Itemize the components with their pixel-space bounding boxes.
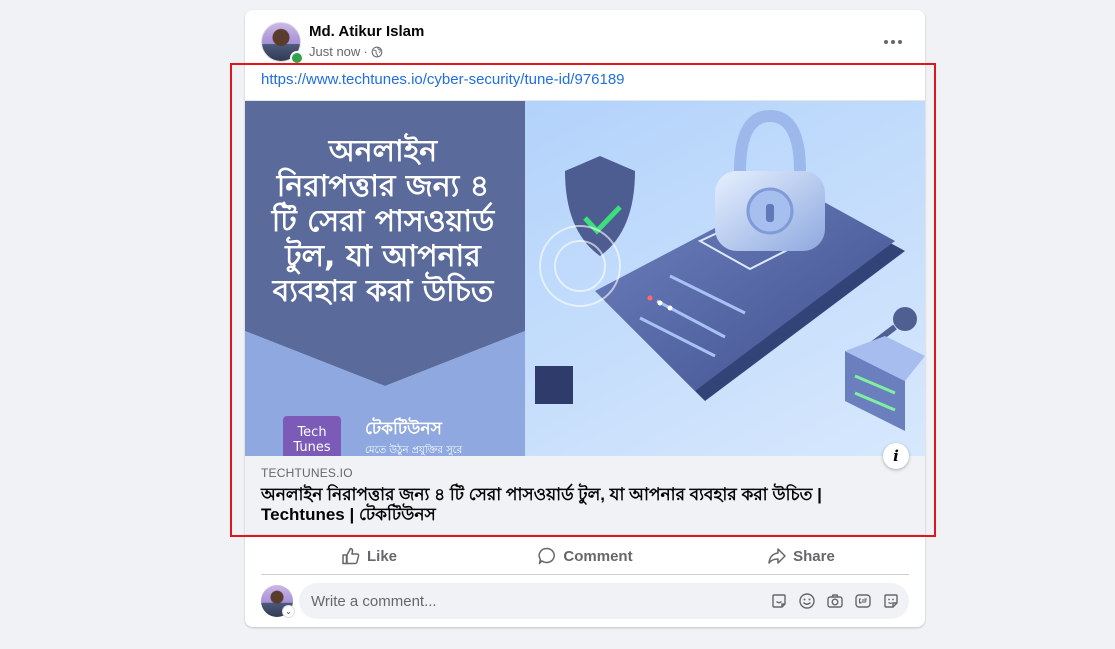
brand-logo-line-2: Tunes xyxy=(292,440,330,455)
preview-domain: TECHTUNES.IO xyxy=(261,466,353,480)
link-preview-card[interactable]: অনলাইন নিরাপত্তার জন্য ৪ টি সেরা পাসওয়া… xyxy=(245,100,925,535)
preview-title[interactable]: অনলাইন নিরাপত্তার জন্য ৪ টি সেরা পাসওয়া… xyxy=(261,485,881,525)
like-button[interactable]: Like xyxy=(261,538,477,574)
preview-image[interactable]: অনলাইন নিরাপত্তার জন্য ৪ টি সেরা পাসওয়া… xyxy=(245,101,925,456)
gif-icon[interactable] xyxy=(853,591,873,611)
info-button[interactable]: i xyxy=(883,443,909,469)
post-header: Md. Atikur Islam Just now · xyxy=(261,22,909,65)
image-heading-line-1: অনলাইন xyxy=(328,133,439,169)
more-dot xyxy=(891,40,895,44)
post-link[interactable]: https://www.techtunes.io/cyber-security/… xyxy=(261,71,625,88)
share-icon xyxy=(768,548,786,564)
camera-icon[interactable] xyxy=(825,591,845,611)
more-dot xyxy=(898,40,902,44)
post-card: Md. Atikur Islam Just now · https://www.… xyxy=(245,10,925,627)
share-label: Share xyxy=(793,547,835,565)
brand-tagline-bn: মেতে উঠুন প্রযুক্তির সুরে xyxy=(365,443,463,456)
comment-icon xyxy=(538,547,556,565)
chevron-down-icon[interactable]: ⌄ xyxy=(282,605,295,618)
comment-tools xyxy=(769,591,901,611)
image-heading-line-2: নিরাপত্তার জন্য ৪ xyxy=(276,167,490,204)
comment-label: Comment xyxy=(563,547,633,565)
author-name[interactable]: Md. Atikur Islam xyxy=(309,23,424,40)
sticker-icon[interactable] xyxy=(769,591,789,611)
more-horizontal-icon xyxy=(884,40,888,44)
comment-button[interactable]: Comment xyxy=(477,538,693,574)
avatar-sticker-icon[interactable] xyxy=(881,591,901,611)
thumbs-up-icon xyxy=(342,547,360,565)
meta-separator: · xyxy=(363,44,368,59)
globe-icon[interactable] xyxy=(371,46,383,58)
image-heading-line-5: ব্যবহার করা উচিত xyxy=(272,271,495,309)
image-heading-line-4: টুল, যা আপনার xyxy=(284,236,482,275)
brand-name-bn: টেকটিউনস xyxy=(365,417,443,439)
share-button[interactable]: Share xyxy=(693,538,909,574)
image-heading-line-3: টি সেরা পাসওয়ার্ড xyxy=(271,201,495,239)
brand-logo-line-1: Tech xyxy=(296,425,326,440)
post-timestamp[interactable]: Just now xyxy=(309,44,360,59)
comment-row: ⌄ xyxy=(261,583,909,619)
post-actions: Like Comment Share xyxy=(261,538,909,575)
post-meta: Just now · xyxy=(309,44,383,59)
more-options-button[interactable] xyxy=(877,26,909,58)
like-label: Like xyxy=(366,547,397,565)
online-status-indicator xyxy=(290,51,304,65)
emoji-icon[interactable] xyxy=(797,591,817,611)
